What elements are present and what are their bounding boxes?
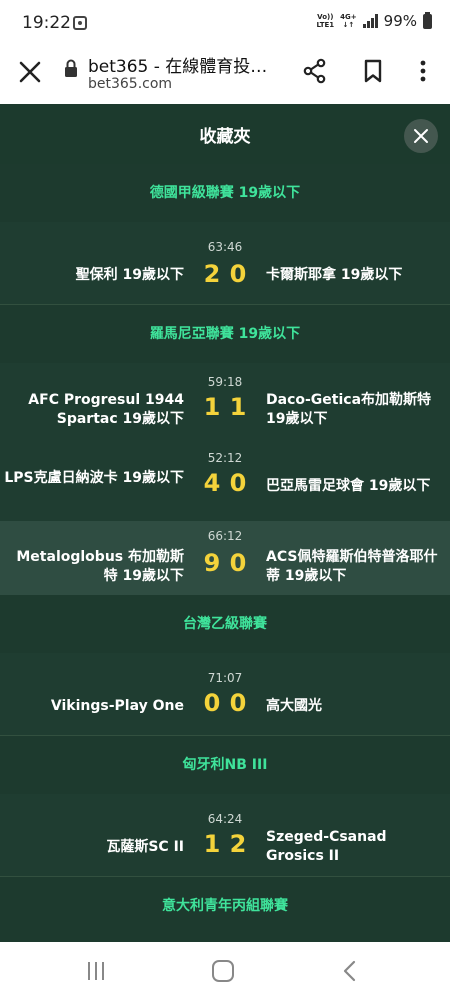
home-score: 1 <box>203 393 221 421</box>
match-list: 71:07 Vikings-Play One 0 0 高大國光 <box>0 653 450 735</box>
match-time: 52:12 <box>207 451 243 465</box>
away-score: 1 <box>229 393 247 421</box>
match-row[interactable]: 66:12 Metaloglobus 布加勒斯特 19歲以下 9 0 ACS佩特… <box>0 521 450 595</box>
signal-icon <box>362 14 378 28</box>
match-time: 66:12 <box>207 529 243 543</box>
away-team: Szeged-Csanad Grosics II <box>266 829 387 864</box>
close-icon[interactable] <box>14 56 46 88</box>
panel-header: 收藏夾 <box>0 104 450 164</box>
system-nav-bar <box>0 942 450 1000</box>
network-type-indicator: 4G+ ↓↑ <box>340 13 357 29</box>
league-title[interactable]: 台灣乙級聯賽 <box>0 595 450 653</box>
match-time: 64:24 <box>207 812 243 826</box>
home-score: 2 <box>203 260 221 288</box>
home-score: 0 <box>203 689 221 717</box>
close-icon[interactable] <box>404 119 438 153</box>
home-team: AFC Progresul 1944 Spartac 19歲以下 <box>28 392 184 427</box>
away-score: 0 <box>229 689 247 717</box>
match-list: 63:46 聖保利 19歲以下 2 0 卡爾斯耶拿 19歲以下 <box>0 222 450 304</box>
match-list: 64:24 瓦薩斯SC II 1 2 Szeged-Csanad Grosics… <box>0 794 450 876</box>
favorites-panel: 收藏夾 德國甲級聯賽 19歲以下 63:46 聖保利 19歲以下 2 0 卡爾斯… <box>0 104 450 942</box>
away-team: 高大國光 <box>266 698 322 714</box>
home-icon[interactable] <box>212 960 234 982</box>
battery-percent: 99% <box>383 12 417 30</box>
match-time: 63:46 <box>207 240 243 254</box>
away-score: 0 <box>229 549 247 577</box>
home-team: Vikings-Play One <box>50 698 184 714</box>
volte-indicator: Vo)) LTE1 <box>316 13 335 29</box>
page-title[interactable]: bet365 - 在線體育投… <box>88 52 288 77</box>
status-time: 19:22 <box>22 13 71 33</box>
league-title[interactable]: 德國甲級聯賽 19歲以下 <box>0 164 450 222</box>
away-team: 巴亞馬雷足球會 19歲以下 <box>266 478 431 494</box>
recent-apps-icon[interactable] <box>86 962 106 980</box>
panel-title: 收藏夾 <box>199 127 251 147</box>
match-row[interactable]: 52:12 LPS克盧日納波卡 19歲以下 4 0 巴亞馬雷足球會 19歲以下 <box>0 445 450 521</box>
match-row[interactable]: 63:46 聖保利 19歲以下 2 0 卡爾斯耶拿 19歲以下 <box>0 222 450 304</box>
away-score: 2 <box>229 830 247 858</box>
share-icon[interactable] <box>300 56 330 86</box>
bookmark-icon[interactable] <box>358 56 388 86</box>
home-score: 9 <box>203 549 221 577</box>
home-team: 聖保利 19歲以下 <box>75 267 184 283</box>
home-team: LPS克盧日納波卡 19歲以下 <box>4 470 184 486</box>
status-indicators: Vo)) LTE1 4G+ ↓↑ 99% <box>316 11 432 30</box>
away-score: 0 <box>229 260 247 288</box>
notification-icon <box>73 16 87 30</box>
more-vertical-icon[interactable] <box>408 56 438 86</box>
home-team: Metaloglobus 布加勒斯特 19歲以下 <box>16 549 184 584</box>
match-list: 59:18 AFC Progresul 1944 Spartac 19歲以下 1… <box>0 363 450 595</box>
home-team: 瓦薩斯SC II <box>106 839 184 855</box>
match-time: 71:07 <box>207 671 243 685</box>
away-score: 0 <box>229 469 247 497</box>
away-team: ACS佩特羅斯伯特普洛耶什蒂 19歲以下 <box>266 549 438 584</box>
away-team: Daco-Getica布加勒斯特 19歲以下 <box>266 392 432 427</box>
match-time: 59:18 <box>207 375 243 389</box>
away-team: 卡爾斯耶拿 19歲以下 <box>266 267 403 283</box>
home-score: 4 <box>203 469 221 497</box>
match-row[interactable]: 71:07 Vikings-Play One 0 0 高大國光 <box>0 653 450 735</box>
status-bar: 19:22 Vo)) LTE1 4G+ ↓↑ 99% <box>0 0 450 48</box>
battery-icon <box>423 11 432 29</box>
league-title[interactable]: 匈牙利NB III <box>0 736 450 794</box>
home-score: 1 <box>203 830 221 858</box>
match-row[interactable]: 64:24 瓦薩斯SC II 1 2 Szeged-Csanad Grosics… <box>0 794 450 876</box>
lock-icon <box>65 59 77 77</box>
back-icon[interactable] <box>340 960 360 982</box>
match-row[interactable]: 59:18 AFC Progresul 1944 Spartac 19歲以下 1… <box>0 363 450 445</box>
browser-toolbar: bet365 - 在線體育投… bet365.com <box>0 48 450 104</box>
league-title[interactable]: 意大利青年丙組聯賽 <box>0 877 450 935</box>
page-domain[interactable]: bet365.com <box>88 76 172 92</box>
league-title[interactable]: 羅馬尼亞聯賽 19歲以下 <box>0 305 450 363</box>
